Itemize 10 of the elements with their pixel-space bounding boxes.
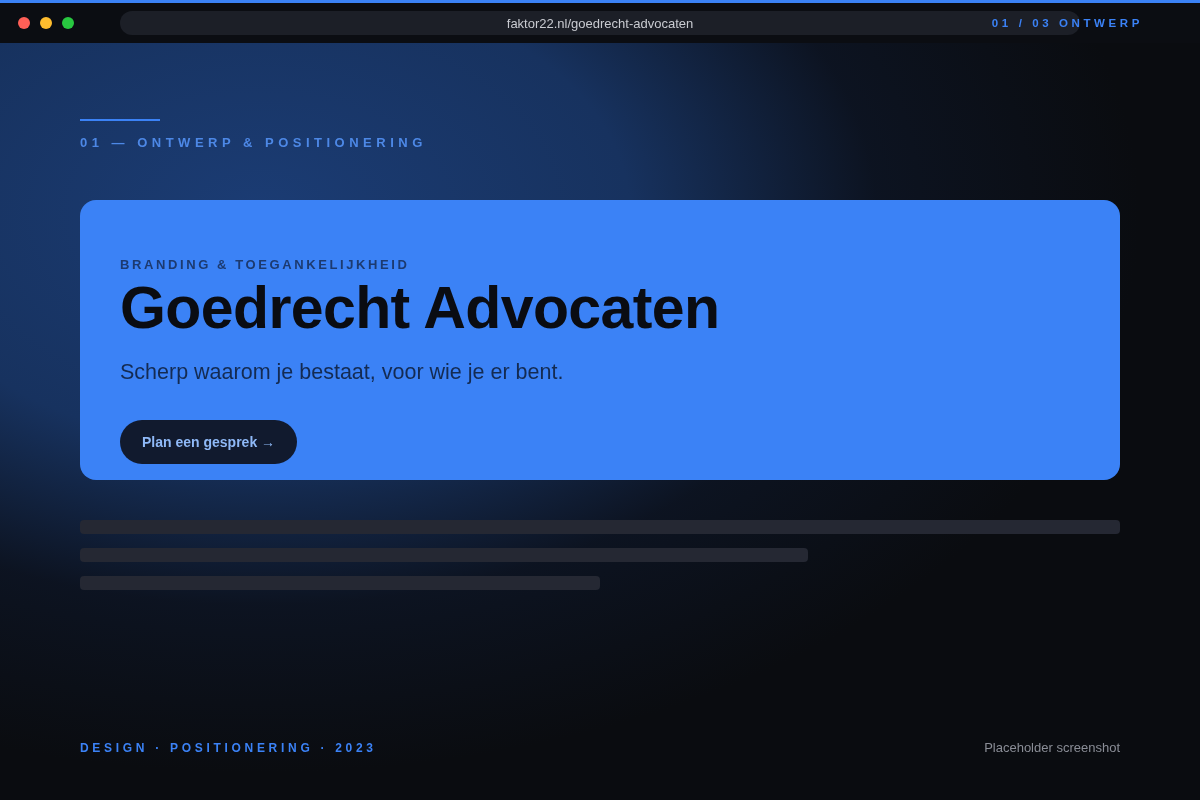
card-title: Goedrecht Advocaten — [120, 276, 720, 340]
footer-tags: DESIGN · POSITIONERING · 2023 — [80, 740, 377, 755]
footer-note: Placeholder screenshot — [984, 740, 1120, 755]
maximize-button[interactable] — [62, 17, 74, 29]
section-label: 01 — ONTWERP & POSITIONERING — [80, 135, 427, 151]
minimize-button[interactable] — [40, 17, 52, 29]
plan-button[interactable]: Plan een gesprek → — [120, 420, 298, 464]
close-button[interactable] — [18, 17, 30, 29]
card-kicker: BRANDING & TOEGANKELIJKHEID — [120, 257, 410, 273]
card-subtitle: Scherp waarom je bestaat, voor wie je er bent. — [120, 359, 564, 386]
